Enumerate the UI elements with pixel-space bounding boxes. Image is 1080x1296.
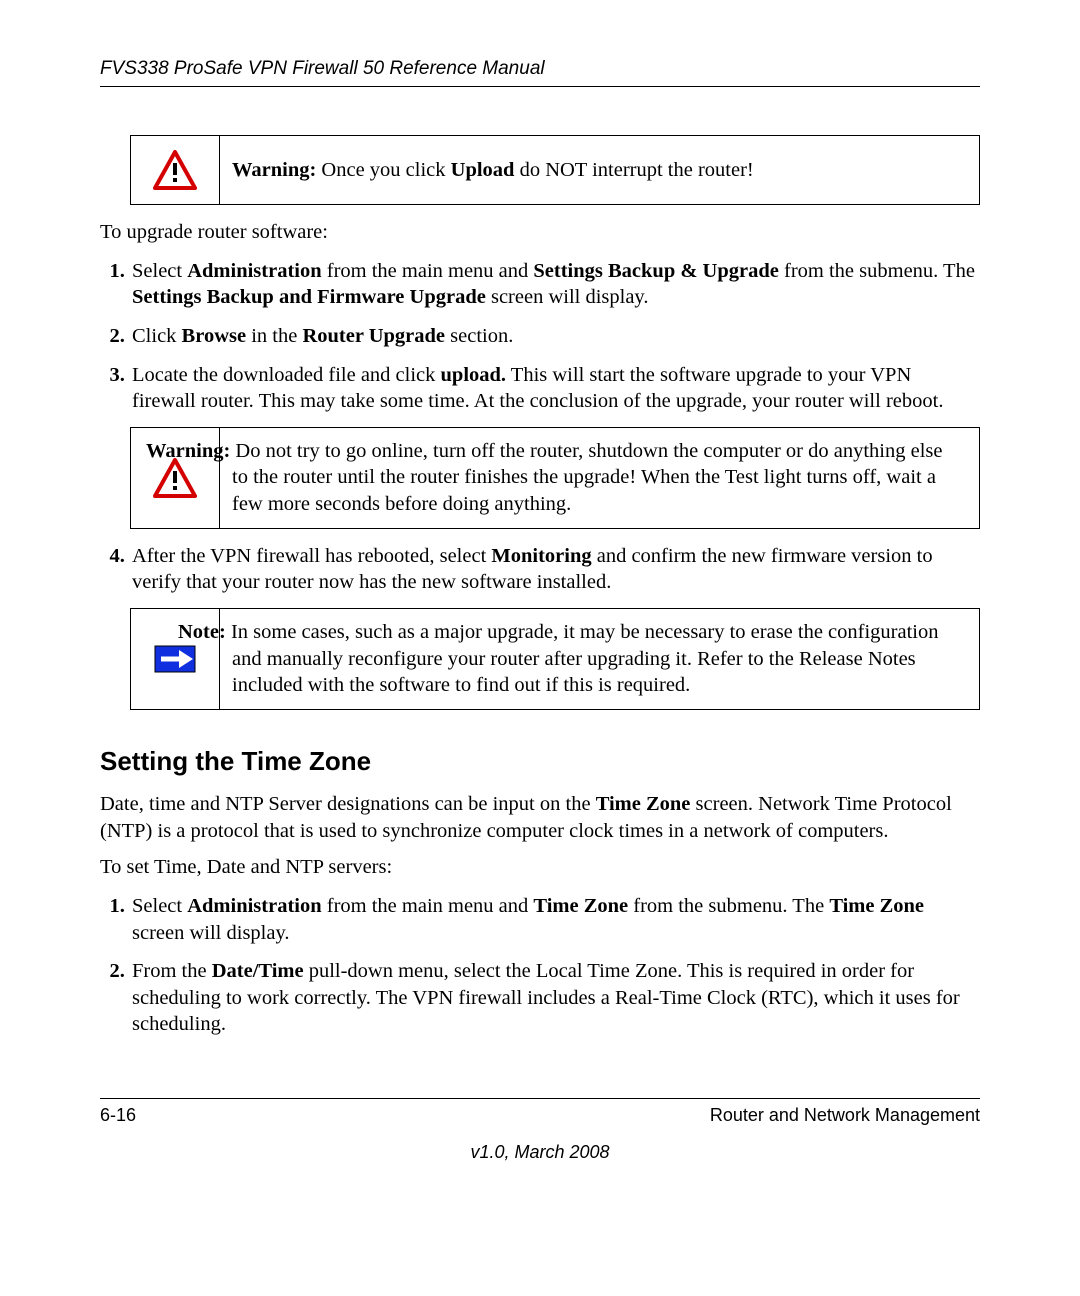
tz-steps: Select Administration from the main menu… xyxy=(100,893,980,1038)
footer-section: Router and Network Management xyxy=(710,1105,980,1126)
section-heading-timezone: Setting the Time Zone xyxy=(100,746,980,777)
step-4: After the VPN firewall has rebooted, sel… xyxy=(130,543,980,596)
tz-step-1: Select Administration from the main menu… xyxy=(130,893,980,946)
page-content: FVS338 ProSafe VPN Firewall 50 Reference… xyxy=(0,0,1080,1203)
warning-callout: Warning: Once you click Upload do NOT in… xyxy=(130,135,980,205)
warning-icon xyxy=(131,136,220,204)
warning-text: Warning: Do not try to go online, turn o… xyxy=(220,428,979,528)
tz-intro: To set Time, Date and NTP servers: xyxy=(100,854,980,881)
footer-version: v1.0, March 2008 xyxy=(100,1142,980,1163)
footer-row: 6-16 Router and Network Management xyxy=(100,1099,980,1126)
step-2: Click Browse in the Router Upgrade secti… xyxy=(130,323,980,350)
intro-text: To upgrade router software: xyxy=(100,219,980,246)
upgrade-steps: Select Administration from the main menu… xyxy=(100,258,980,415)
tz-step-2: From the Date/Time pull-down menu, selec… xyxy=(130,958,980,1038)
tz-paragraph: Date, time and NTP Server designations c… xyxy=(100,791,980,844)
step-3: Locate the downloaded file and click upl… xyxy=(130,362,980,415)
note-text: Note: In some cases, such as a major upg… xyxy=(220,609,979,709)
upgrade-steps-cont: After the VPN firewall has rebooted, sel… xyxy=(100,543,980,596)
warning-text: Warning: Once you click Upload do NOT in… xyxy=(220,147,979,194)
running-header: FVS338 ProSafe VPN Firewall 50 Reference… xyxy=(100,58,980,87)
note-callout: Note: In some cases, such as a major upg… xyxy=(130,608,980,710)
page-number: 6-16 xyxy=(100,1105,136,1126)
warning-callout: Warning: Do not try to go online, turn o… xyxy=(130,427,980,529)
step-1: Select Administration from the main menu… xyxy=(130,258,980,311)
